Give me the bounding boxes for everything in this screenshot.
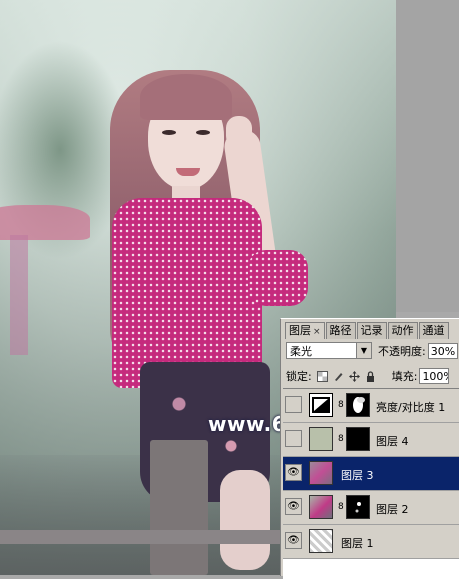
tab-channels[interactable]: 通道 — [418, 322, 449, 339]
blend-mode-select[interactable]: 柔光 ▼ — [286, 342, 372, 359]
blend-mode-value: 柔光 — [290, 344, 312, 358]
lock-transparency-icon[interactable] — [316, 370, 328, 382]
tab-layers[interactable]: 图层 × — [285, 322, 325, 339]
photo-hand — [226, 116, 252, 148]
chain-link-icon: 8 — [338, 400, 344, 410]
tab-history-label: 记录 — [360, 324, 383, 337]
layer-thumbnail — [309, 427, 333, 451]
visibility-toggle[interactable]: 👁 — [285, 498, 302, 515]
layer-row-3[interactable]: 👁 图层 3 — [283, 457, 459, 491]
close-icon[interactable]: × — [313, 327, 321, 337]
layer-row-1[interactable]: 👁 图层 1 — [283, 525, 459, 559]
visibility-toggle[interactable]: 👁 — [285, 532, 302, 549]
tab-history[interactable]: 记录 — [356, 322, 387, 339]
workspace-background — [396, 0, 459, 312]
lock-brush-icon[interactable] — [333, 371, 344, 382]
photo-bangs — [140, 74, 232, 120]
tab-paths[interactable]: 路径 — [325, 322, 356, 339]
tab-channels-label: 通道 — [422, 324, 445, 337]
chevron-down-icon[interactable]: ▼ — [356, 343, 371, 358]
tab-actions-label: 动作 — [391, 324, 414, 337]
layer-row-brightness-contrast[interactable]: 8 亮度/对比度 1 — [283, 389, 459, 423]
layer-thumbnail — [309, 529, 333, 553]
visibility-toggle[interactable] — [285, 430, 302, 447]
panel-tabs: 图层 × 路径 记录 动作 通道 — [285, 322, 450, 339]
layer-row-4[interactable]: 8 图层 4 — [283, 423, 459, 457]
photo-eye-right — [196, 130, 210, 135]
layer-name: 图层 2 — [376, 503, 409, 516]
layer-name: 图层 4 — [376, 435, 409, 448]
photo-eye-left — [162, 130, 176, 135]
fill-label: 填充: — [391, 370, 418, 383]
visibility-toggle[interactable]: 👁 — [285, 464, 302, 481]
eye-icon: 👁 — [287, 535, 300, 546]
chain-link-icon: 8 — [338, 502, 344, 512]
adjustment-thumbnail — [309, 393, 333, 417]
layer-mask-thumbnail[interactable] — [346, 495, 370, 519]
tab-actions[interactable]: 动作 — [387, 322, 418, 339]
lock-label: 锁定: — [286, 370, 312, 383]
layer-mask-thumbnail[interactable] — [346, 393, 370, 417]
visibility-toggle[interactable] — [285, 396, 302, 413]
lock-move-icon[interactable] — [348, 370, 360, 382]
blend-row: 柔光 ▼ 不透明度: 30% — [286, 342, 458, 359]
opacity-input[interactable]: 30% — [427, 342, 458, 359]
photo-fence-post — [150, 440, 208, 575]
brightness-contrast-icon — [312, 397, 330, 413]
photo-shirt — [112, 198, 262, 388]
layer-name: 图层 1 — [341, 537, 374, 550]
layer-thumbnail — [309, 461, 333, 485]
layers-panel: 图层 × 路径 记录 动作 通道 柔光 ▼ 不透明度: 30% 锁定: 填充: 1… — [280, 318, 459, 579]
mask-shape — [355, 502, 361, 513]
layer-name: 图层 3 — [341, 469, 374, 482]
layers-list: 8 亮度/对比度 1 8 图层 4 👁 图层 3 👁 8 图层 2 👁 图层 1 — [283, 388, 459, 579]
layer-thumbnail — [309, 495, 333, 519]
eye-icon: 👁 — [287, 501, 300, 512]
layer-row-2[interactable]: 👁 8 图层 2 — [283, 491, 459, 525]
tab-layers-label: 图层 — [289, 324, 311, 337]
fill-input[interactable]: 100% — [419, 368, 450, 384]
photo-leg — [220, 470, 270, 570]
lock-all-icon[interactable] — [365, 370, 376, 382]
eye-icon: 👁 — [287, 467, 300, 478]
lock-row: 锁定: 填充: 100% — [286, 368, 450, 384]
layer-name: 亮度/对比度 1 — [376, 401, 446, 414]
photo-sleeve — [248, 250, 308, 306]
photo-pavilion-post — [10, 235, 28, 355]
layer-mask-thumbnail[interactable] — [346, 427, 370, 451]
opacity-label: 不透明度: — [378, 344, 426, 358]
tab-paths-label: 路径 — [329, 324, 352, 337]
mask-shape — [353, 397, 365, 413]
chain-link-icon: 8 — [338, 434, 344, 444]
